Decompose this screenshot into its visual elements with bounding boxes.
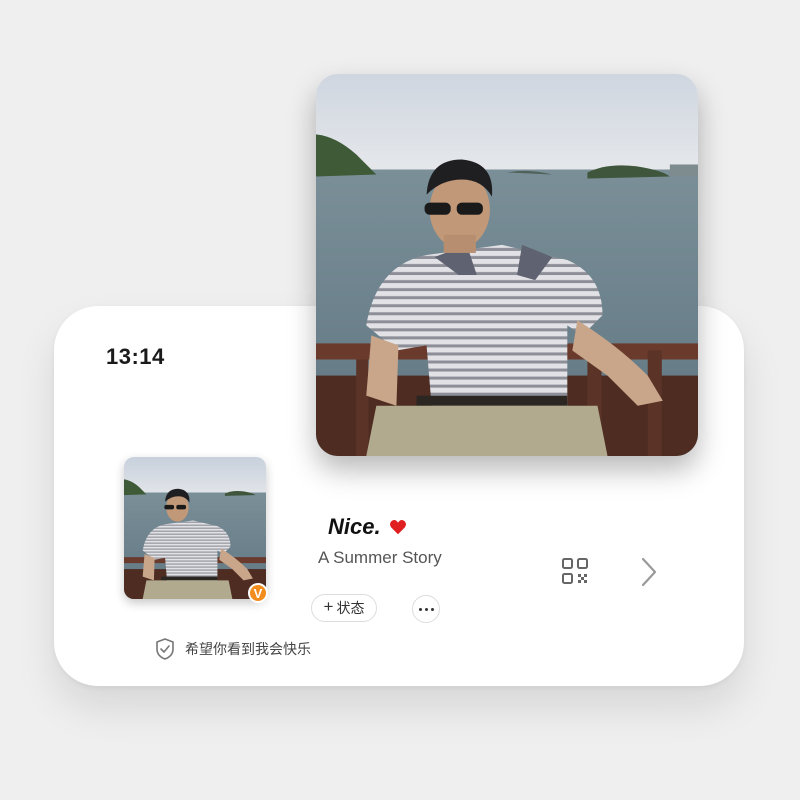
verified-badge: V [248, 583, 268, 603]
shield-icon [156, 638, 174, 660]
profile-cover-image [316, 74, 698, 456]
avatar[interactable] [124, 457, 266, 599]
status-bar-time: 13:14 [106, 344, 165, 369]
profile-cover-photo[interactable] [316, 74, 698, 456]
more-button[interactable] [412, 595, 440, 623]
profile-name-row[interactable]: Nice. [328, 514, 407, 540]
qr-code-icon[interactable] [561, 557, 589, 585]
avatar-image [124, 457, 266, 599]
profile-subtitle: A Summer Story [318, 548, 442, 567]
plus-icon: + [323, 597, 334, 616]
chevron-right-icon[interactable] [638, 556, 660, 588]
add-status-label: 状态 [336, 600, 365, 616]
profile-name: Nice. [328, 514, 381, 539]
profile-bio: 希望你看到我会快乐 [185, 641, 311, 657]
add-status-button[interactable]: + 状态 [311, 594, 377, 622]
ellipsis-icon [418, 607, 422, 611]
heart-icon [389, 520, 406, 535]
